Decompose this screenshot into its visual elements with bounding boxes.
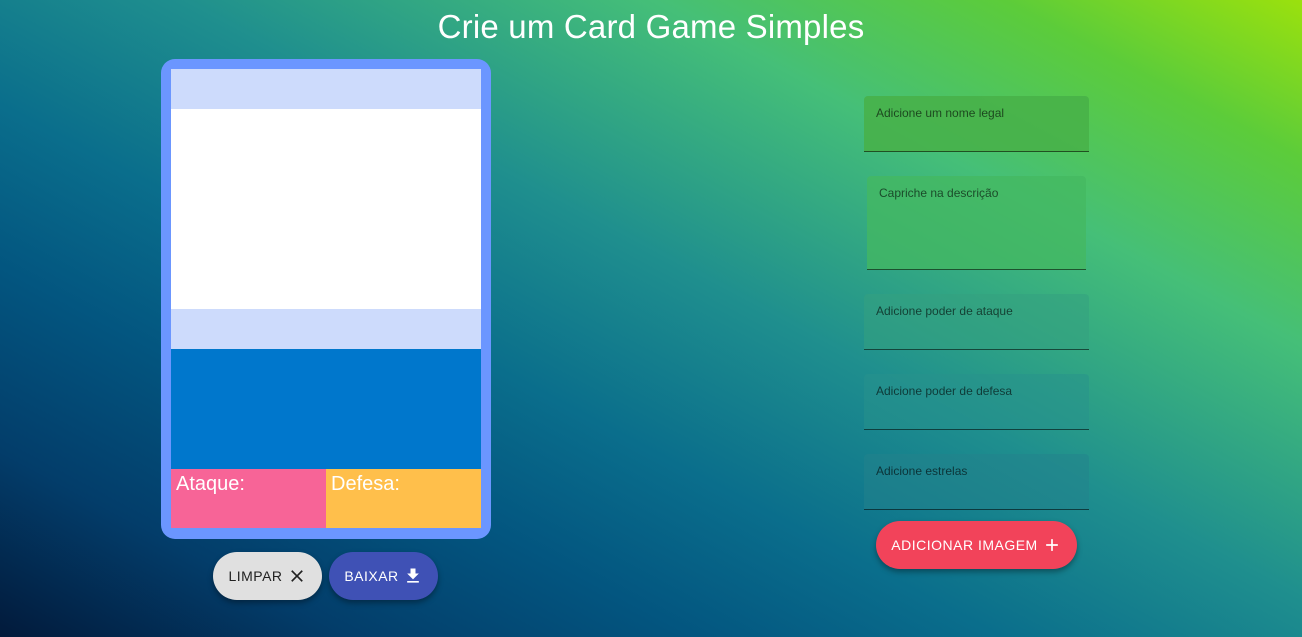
page-title: Crie um Card Game Simples — [437, 8, 865, 45]
defense-power-field[interactable]: Adicione poder de defesa — [864, 374, 1089, 430]
card-attack-box: Ataque: — [171, 469, 326, 528]
card-preview: Ataque: Defesa: — [161, 59, 491, 539]
card-stars-band — [171, 309, 481, 349]
plus-icon — [1042, 535, 1062, 555]
card-description-field-label: Capriche na descrição — [879, 186, 999, 200]
stars-field[interactable]: Adicione estrelas — [864, 454, 1089, 510]
stars-field-label: Adicione estrelas — [876, 464, 968, 478]
clear-button-label: LIMPAR — [228, 568, 283, 584]
attack-power-field[interactable]: Adicione poder de ataque — [864, 294, 1089, 350]
card-name-field[interactable]: Adicione um nome legal — [864, 96, 1089, 152]
close-icon — [287, 566, 307, 586]
card-image-area — [171, 109, 481, 309]
defense-power-input[interactable] — [876, 407, 1081, 425]
attack-power-field-label: Adicione poder de ataque — [876, 304, 1013, 318]
stars-input[interactable] — [876, 487, 1081, 505]
card-attack-label: Ataque: — [176, 473, 245, 495]
download-icon — [403, 566, 423, 586]
card-body: Ataque: Defesa: — [171, 69, 481, 528]
defense-power-field-label: Adicione poder de defesa — [876, 384, 1013, 398]
clear-button[interactable]: LIMPAR — [213, 552, 322, 600]
card-description-input[interactable] — [879, 206, 1078, 268]
download-button[interactable]: BAIXAR — [329, 552, 438, 600]
card-description-field[interactable]: Capriche na descrição — [867, 176, 1086, 270]
add-image-button[interactable]: ADICIONAR IMAGEM — [876, 521, 1077, 569]
add-image-button-label: ADICIONAR IMAGEM — [891, 537, 1038, 553]
attack-power-input[interactable] — [876, 327, 1081, 345]
card-name-input[interactable] — [876, 129, 1081, 147]
download-button-label: BAIXAR — [344, 568, 399, 584]
card-name-field-label: Adicione um nome legal — [876, 106, 1005, 120]
card-name-band — [171, 69, 481, 109]
card-description-area — [171, 349, 481, 469]
card-defense-label: Defesa: — [331, 473, 400, 495]
card-defense-box: Defesa: — [326, 469, 481, 528]
